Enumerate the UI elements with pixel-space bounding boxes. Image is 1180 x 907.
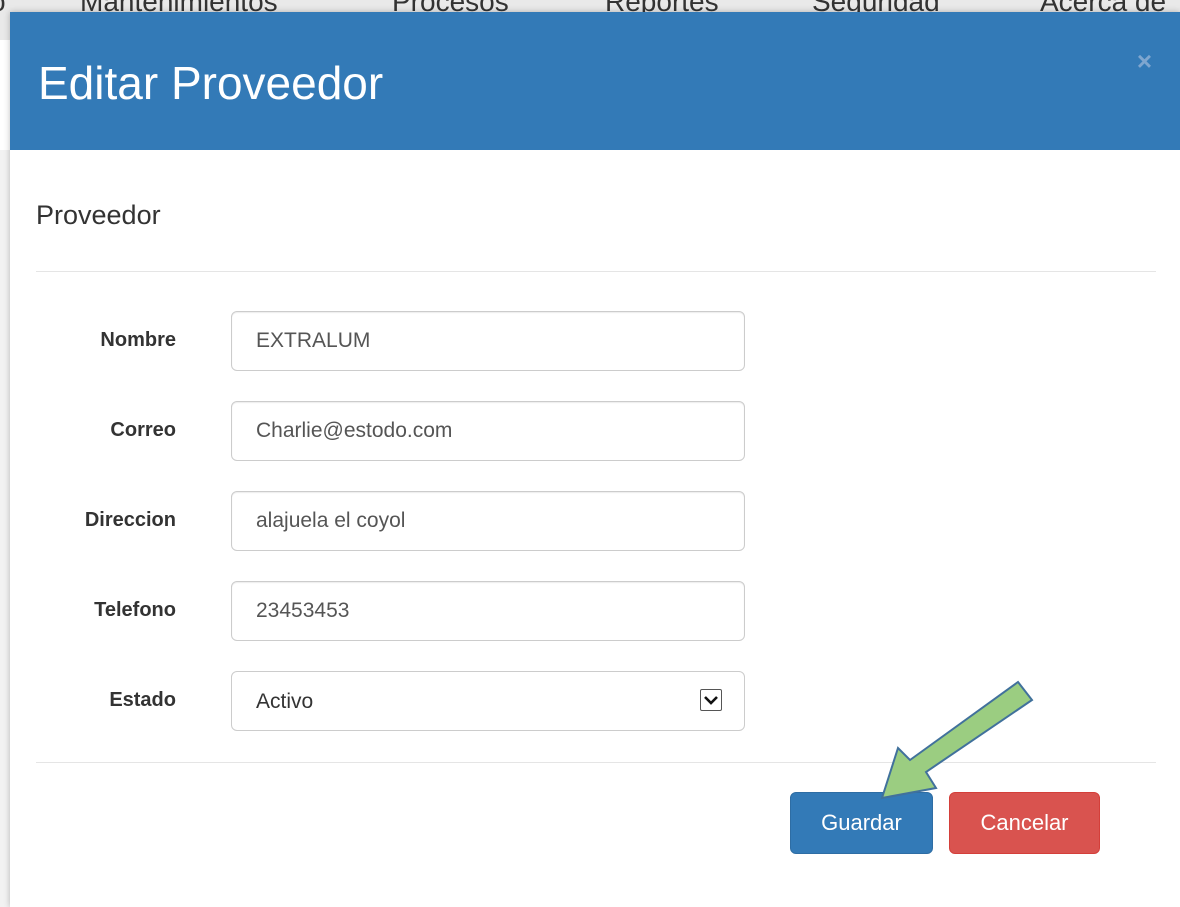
estado-selected-value: Activo bbox=[256, 690, 314, 713]
green-arrow-icon bbox=[880, 680, 1034, 800]
section-title: Proveedor bbox=[36, 200, 161, 230]
nombre-label: Nombre bbox=[100, 329, 176, 351]
estado-select[interactable]: Activo bbox=[231, 671, 745, 731]
nombre-input[interactable] bbox=[231, 311, 745, 371]
telefono-input[interactable] bbox=[231, 581, 745, 641]
close-icon[interactable]: × bbox=[1137, 46, 1152, 77]
form-row-direccion: Direccion bbox=[10, 491, 1180, 553]
background-nav-item: o bbox=[0, 0, 6, 18]
direccion-input[interactable] bbox=[231, 491, 745, 551]
form-row-nombre: Nombre bbox=[10, 311, 1180, 373]
modal-title: Editar Proveedor bbox=[38, 57, 384, 109]
estado-label: Estado bbox=[109, 689, 176, 711]
correo-input[interactable] bbox=[231, 401, 745, 461]
telefono-label: Telefono bbox=[94, 599, 176, 621]
modal-header: Editar Proveedor × bbox=[10, 12, 1180, 150]
correo-label: Correo bbox=[110, 419, 176, 441]
page: o Mantenimientos Procesos Reportes Segur… bbox=[0, 0, 1180, 907]
form-row-correo: Correo bbox=[10, 401, 1180, 463]
direccion-label: Direccion bbox=[84, 509, 176, 531]
chevron-down-icon[interactable] bbox=[700, 689, 722, 711]
form-row-telefono: Telefono bbox=[10, 581, 1180, 643]
section-divider bbox=[36, 271, 1156, 272]
